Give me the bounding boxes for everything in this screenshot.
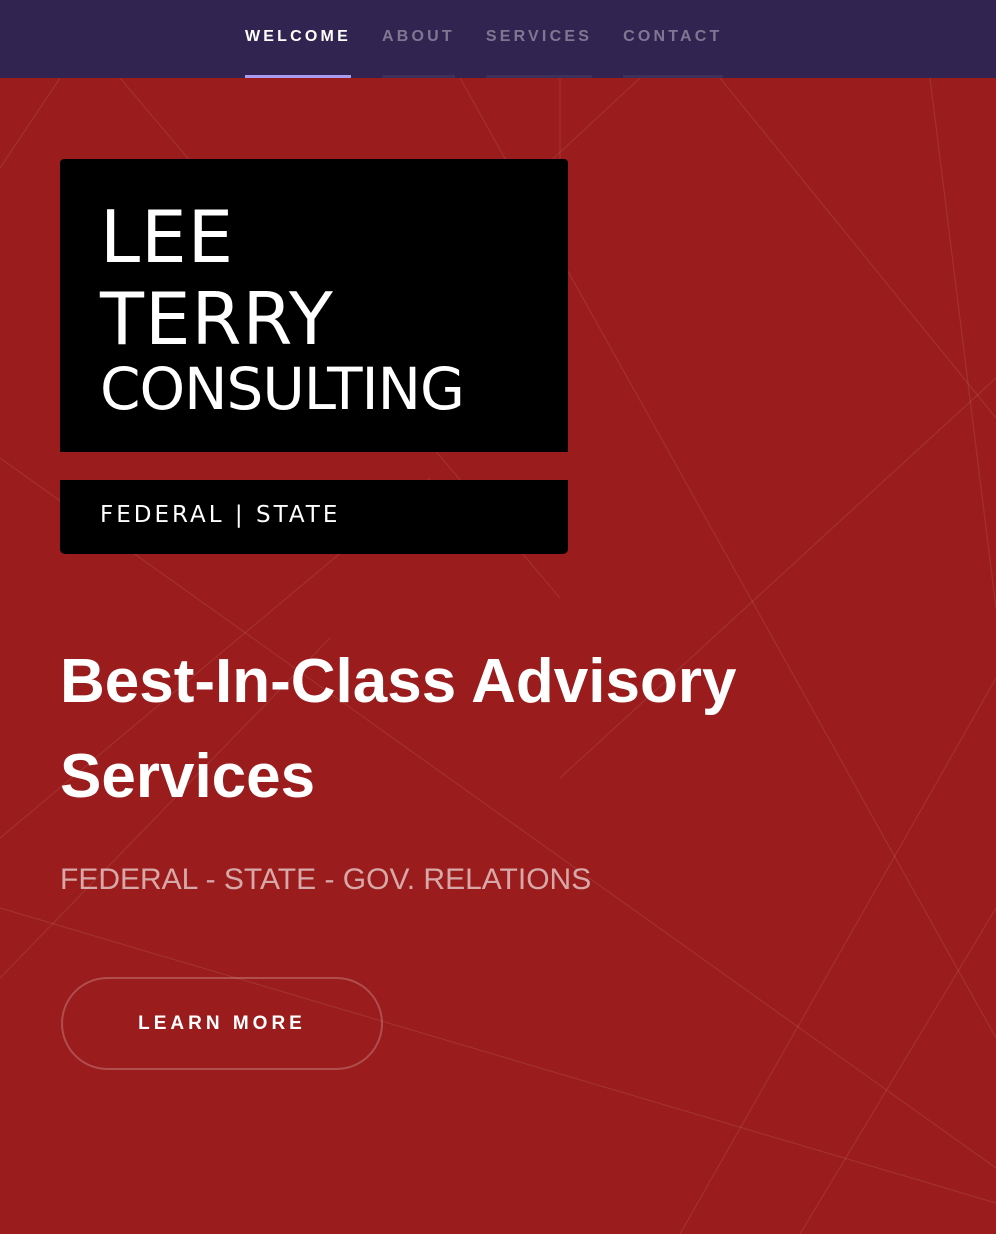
logo-tagline-block: FEDERAL | STATE	[60, 480, 568, 554]
logo-main-block: LEE TERRY CONSULTING	[60, 159, 568, 452]
top-navbar: WELCOME ABOUT SERVICES CONTACT	[0, 0, 996, 78]
hero-headline: Best-In-Class Advisory Services	[60, 647, 737, 811]
nav-item-contact[interactable]: CONTACT	[623, 0, 723, 78]
logo-tagline: FEDERAL | STATE	[100, 502, 341, 528]
nav-item-label: WELCOME	[245, 28, 351, 45]
company-logo: LEE TERRY CONSULTING FEDERAL | STATE	[60, 159, 568, 554]
nav-item-label: SERVICES	[485, 28, 593, 45]
learn-more-button[interactable]: LEARN MORE	[61, 977, 383, 1070]
nav-item-label: ABOUT	[381, 28, 455, 45]
nav-item-welcome[interactable]: WELCOME	[245, 0, 351, 78]
nav-item-about[interactable]: ABOUT	[381, 0, 455, 78]
logo-text-lee: LEE	[100, 195, 235, 279]
logo-text-terry: TERRY	[100, 277, 334, 361]
logo-text-consulting: CONSULTING	[100, 355, 465, 423]
hero-section: LEE TERRY CONSULTING FEDERAL | STATE Bes…	[0, 78, 996, 1234]
nav-menu: WELCOME ABOUT SERVICES CONTACT	[245, 0, 723, 78]
nav-item-services[interactable]: SERVICES	[485, 0, 593, 78]
hero-subtitle: FEDERAL - STATE - GOV. RELATIONS	[60, 863, 592, 896]
nav-item-label: CONTACT	[623, 28, 723, 45]
